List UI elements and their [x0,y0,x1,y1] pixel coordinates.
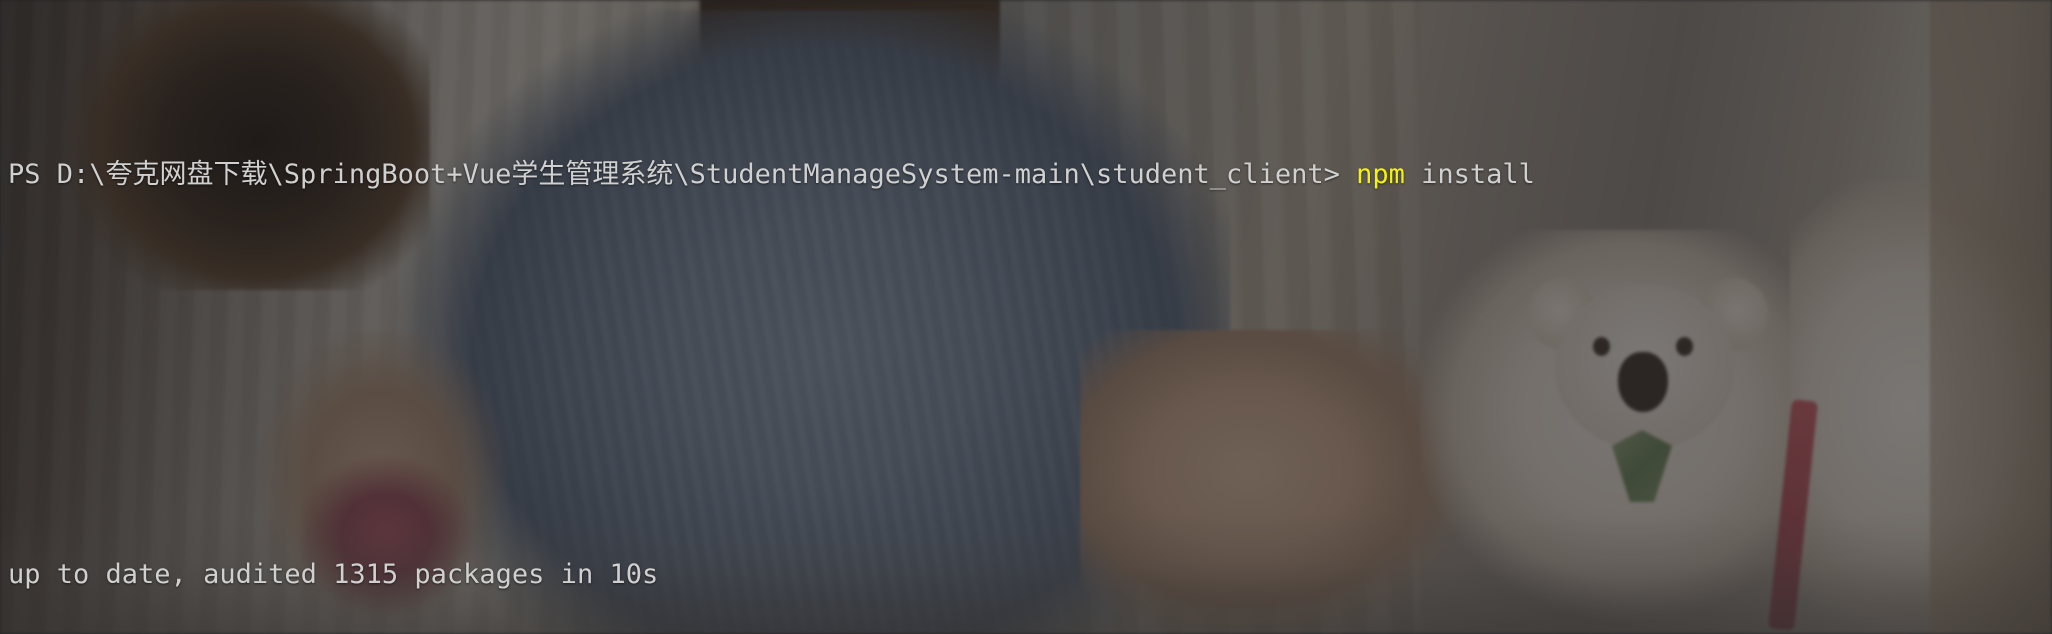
command-name: npm [1356,159,1405,190]
audit-summary-text: up to date, audited 1315 packages in 10s [8,559,659,590]
prompt-caret: > [1323,159,1357,190]
prompt-ps-label: PS [8,159,57,190]
command-arguments: install [1404,159,1535,190]
audit-summary-line: up to date, audited 1315 packages in 10s [8,550,2044,600]
powershell-terminal-window[interactable]: PS D:\夸克网盘下载\SpringBoot+Vue学生管理系统\Studen… [0,0,2052,634]
console-output-buffer[interactable]: PS D:\夸克网盘下载\SpringBoot+Vue学生管理系统\Studen… [0,0,2052,634]
prompt-path: D:\夸克网盘下载\SpringBoot+Vue学生管理系统\StudentMa… [56,159,1324,190]
prompt-line: PS D:\夸克网盘下载\SpringBoot+Vue学生管理系统\Studen… [8,150,2044,200]
